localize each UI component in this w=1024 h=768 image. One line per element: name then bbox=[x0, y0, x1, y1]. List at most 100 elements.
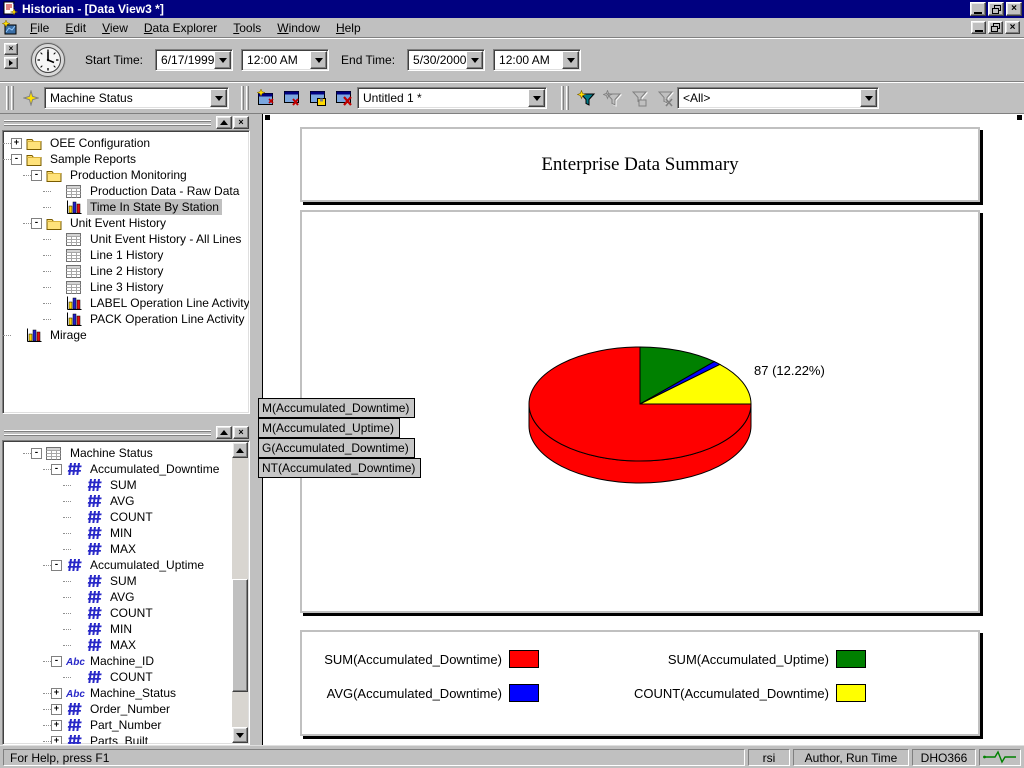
report-tree-item[interactable]: Line 2 History bbox=[3, 263, 249, 279]
chevron-down-icon[interactable] bbox=[214, 51, 231, 69]
data-view-document-icon[interactable] bbox=[2, 20, 18, 36]
child-minimize-button[interactable] bbox=[971, 21, 986, 34]
new-filter-button[interactable] bbox=[573, 85, 599, 111]
collapse-icon[interactable]: - bbox=[51, 656, 62, 667]
field-tree-item[interactable]: AVG bbox=[3, 589, 249, 605]
panel-header[interactable]: × bbox=[2, 426, 250, 440]
field-tree-item[interactable]: +AbcMachine_Status bbox=[3, 685, 249, 701]
field-tree-item[interactable]: +Order_Number bbox=[3, 701, 249, 717]
menu-help[interactable]: Help bbox=[328, 19, 369, 37]
report-tree-item[interactable]: +OEE Configuration bbox=[3, 135, 249, 151]
start-time-combo[interactable]: 12:00 AM bbox=[241, 49, 329, 71]
report-tree-item[interactable]: Line 1 History bbox=[3, 247, 249, 263]
collapse-icon[interactable]: - bbox=[51, 464, 62, 475]
panel-close-button[interactable]: × bbox=[233, 116, 249, 129]
chevron-down-icon[interactable] bbox=[528, 89, 545, 107]
field-tree-item[interactable]: MAX bbox=[3, 541, 249, 557]
menu-window[interactable]: Window bbox=[269, 19, 328, 37]
report-tree-item[interactable]: LABEL Operation Line Activity bbox=[3, 295, 249, 311]
expand-icon[interactable]: + bbox=[51, 704, 62, 715]
delete-data-view-button[interactable] bbox=[331, 85, 357, 111]
panel-close-button[interactable]: × bbox=[233, 426, 249, 439]
chevron-down-icon[interactable] bbox=[466, 51, 483, 69]
panel-header[interactable]: × bbox=[2, 116, 250, 130]
field-tree-item[interactable]: AVG bbox=[3, 493, 249, 509]
report-tree-item[interactable]: PACK Operation Line Activity bbox=[3, 311, 249, 327]
edit-filter-button[interactable] bbox=[599, 85, 625, 111]
restore-button[interactable] bbox=[988, 2, 1004, 16]
field-tree-item[interactable]: SUM bbox=[3, 477, 249, 493]
filter-combo[interactable]: <All> bbox=[677, 87, 879, 109]
field-tree-item[interactable]: MAX bbox=[3, 637, 249, 653]
field-tree-item[interactable]: +Parts_Built bbox=[3, 733, 249, 745]
report-tree-item[interactable]: Line 3 History bbox=[3, 279, 249, 295]
field-tree-item[interactable]: COUNT bbox=[3, 605, 249, 621]
field-tree-item[interactable]: -AbcMachine_ID bbox=[3, 653, 249, 669]
toolbar-grip[interactable] bbox=[241, 86, 249, 110]
report-tree-item[interactable]: -Sample Reports bbox=[3, 151, 249, 167]
menu-tools[interactable]: Tools bbox=[225, 19, 269, 37]
report-tree-item[interactable]: Production Data - Raw Data bbox=[3, 183, 249, 199]
vertical-scrollbar[interactable] bbox=[232, 442, 248, 743]
start-date-combo[interactable]: 6/17/1999 bbox=[155, 49, 233, 71]
panel-grip[interactable] bbox=[4, 120, 211, 126]
menu-edit[interactable]: Edit bbox=[57, 19, 94, 37]
collapse-icon[interactable]: - bbox=[51, 560, 62, 571]
chevron-down-icon[interactable] bbox=[210, 89, 227, 107]
panel-maximize-button[interactable] bbox=[216, 116, 232, 129]
end-date-combo[interactable]: 5/30/2000 bbox=[407, 49, 485, 71]
menu-file[interactable]: File bbox=[22, 19, 57, 37]
scroll-up-button[interactable] bbox=[232, 442, 248, 458]
status-bar: For Help, press F1 rsi Author, Run Time … bbox=[0, 745, 1024, 768]
report-tree-item[interactable]: Unit Event History - All Lines bbox=[3, 231, 249, 247]
menu-view[interactable]: View bbox=[94, 19, 136, 37]
toolbar-close-button[interactable]: × bbox=[4, 43, 18, 55]
expand-icon[interactable]: + bbox=[51, 736, 62, 746]
minimize-button[interactable] bbox=[970, 2, 986, 16]
rename-data-view-button[interactable] bbox=[279, 85, 305, 111]
collapse-icon[interactable]: - bbox=[31, 170, 42, 181]
new-item-button[interactable] bbox=[18, 85, 44, 111]
chevron-down-icon[interactable] bbox=[562, 51, 579, 69]
report-tree-item[interactable]: -Production Monitoring bbox=[3, 167, 249, 183]
report-tree-item[interactable]: Time In State By Station bbox=[3, 199, 249, 215]
field-tree-item[interactable]: SUM bbox=[3, 573, 249, 589]
child-restore-button[interactable] bbox=[988, 21, 1003, 34]
collapse-icon[interactable]: - bbox=[11, 154, 22, 165]
collapse-icon[interactable]: - bbox=[31, 448, 42, 459]
scrollbar-thumb[interactable] bbox=[232, 579, 248, 692]
chevron-down-icon[interactable] bbox=[310, 51, 327, 69]
toolbar-grip[interactable] bbox=[6, 86, 14, 110]
child-close-button[interactable]: × bbox=[1005, 21, 1020, 34]
machine-status-combo[interactable]: Machine Status bbox=[44, 87, 229, 109]
field-tree-item[interactable]: +Part_Number bbox=[3, 717, 249, 733]
expand-icon[interactable]: + bbox=[11, 138, 22, 149]
end-time-combo[interactable]: 12:00 AM bbox=[493, 49, 581, 71]
chevron-down-icon[interactable] bbox=[860, 89, 877, 107]
field-tree-item[interactable]: MIN bbox=[3, 525, 249, 541]
save-filter-button[interactable] bbox=[625, 85, 651, 111]
field-tree-item[interactable]: -Accumulated_Downtime bbox=[3, 461, 249, 477]
field-tree-item[interactable]: -Machine Status bbox=[3, 445, 249, 461]
field-tree-item[interactable]: COUNT bbox=[3, 669, 249, 685]
scrollbar-track[interactable] bbox=[232, 458, 248, 727]
data-view-combo[interactable]: Untitled 1 * bbox=[357, 87, 547, 109]
collapse-icon[interactable]: - bbox=[31, 218, 42, 229]
scroll-down-button[interactable] bbox=[232, 727, 248, 743]
save-data-view-button[interactable] bbox=[305, 85, 331, 111]
toolbar-grip[interactable] bbox=[561, 86, 569, 110]
field-tree-item[interactable]: MIN bbox=[3, 621, 249, 637]
report-tree-item[interactable]: -Unit Event History bbox=[3, 215, 249, 231]
report-tree-item[interactable]: Mirage bbox=[3, 327, 249, 343]
close-button[interactable]: × bbox=[1006, 2, 1022, 16]
panel-maximize-button[interactable] bbox=[216, 426, 232, 439]
field-tree-item[interactable]: -Accumulated_Uptime bbox=[3, 557, 249, 573]
expand-icon[interactable]: + bbox=[51, 720, 62, 731]
new-data-view-button[interactable] bbox=[253, 85, 279, 111]
menu-data-explorer[interactable]: Data Explorer bbox=[136, 19, 225, 37]
delete-filter-button[interactable] bbox=[651, 85, 677, 111]
expand-icon[interactable]: + bbox=[51, 688, 62, 699]
field-tree-item[interactable]: COUNT bbox=[3, 509, 249, 525]
toolbar-expand-button[interactable] bbox=[4, 57, 18, 69]
panel-grip[interactable] bbox=[4, 430, 211, 436]
